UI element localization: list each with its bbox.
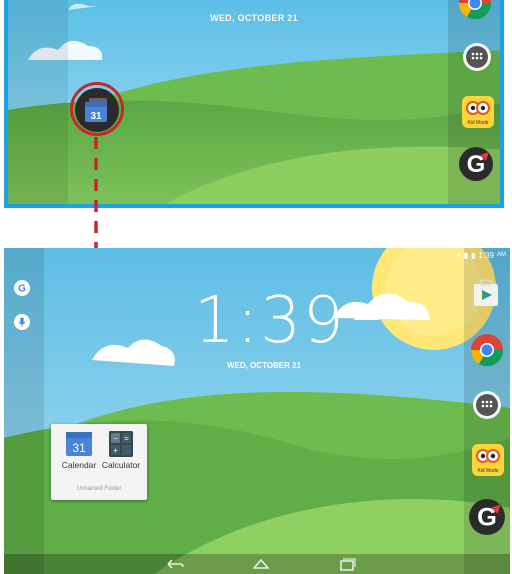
navigation-bar: [4, 554, 510, 574]
zoomed-home-screen: WED, OCTOBER 21 Kid Mode G 31: [4, 0, 504, 208]
tablet-home-screen: ▾ ▮ ▮ 1:39 AM 1:39 WED, OCTOBER 21 G 31 C…: [4, 248, 510, 574]
folder-app-calculator[interactable]: − = + Calculator: [99, 430, 143, 470]
chrome-icon[interactable]: [470, 333, 504, 367]
clock-widget-time[interactable]: 1:39: [194, 284, 344, 358]
battery-icon: ▮: [471, 250, 476, 260]
kid-mode-icon[interactable]: Kid Mode: [472, 444, 504, 476]
signal-icon: ▮: [463, 250, 469, 260]
kid-mode-label: Kid Mode: [467, 120, 489, 126]
recents-icon[interactable]: [336, 557, 358, 571]
mic-icon[interactable]: [14, 314, 30, 330]
app-drawer-icon[interactable]: [462, 42, 492, 72]
svg-text:=: =: [124, 434, 129, 443]
svg-text:−: −: [113, 434, 118, 443]
highlight-circle: [70, 82, 124, 136]
back-icon[interactable]: [164, 557, 186, 571]
kid-mode-icon[interactable]: Kid Mode: [462, 96, 494, 128]
svg-text:G: G: [18, 284, 26, 295]
calculator-icon: − = +: [109, 431, 133, 457]
app-drawer-icon[interactable]: [472, 390, 502, 420]
home-icon[interactable]: [250, 557, 272, 571]
status-ampm: AM: [497, 252, 506, 258]
folder-app-calendar[interactable]: 31 Calendar: [57, 430, 101, 470]
wifi-icon: ▾: [456, 250, 461, 260]
folder-app-label: Calculator: [101, 460, 141, 470]
clock-widget-date: WED, OCTOBER 21: [226, 361, 302, 370]
folder-name[interactable]: Unnamed Folder: [51, 486, 147, 492]
calendar-day: 31: [72, 441, 86, 455]
folder-app-label: Calendar: [61, 460, 97, 470]
kid-mode-label: Kid Mode: [477, 468, 499, 474]
google-icon[interactable]: G: [14, 280, 30, 296]
folder-popup: 31 Calendar − = + Calculator Unnamed Fol…: [51, 424, 147, 500]
date-label: WED, OCTOBER 21: [210, 13, 298, 23]
google-play-games-icon[interactable]: G: [458, 146, 494, 182]
status-bar: ▾ ▮ ▮ 1:39 AM: [457, 249, 510, 261]
google-play-games-icon[interactable]: G: [468, 498, 506, 536]
svg-text:+: +: [113, 446, 118, 455]
play-store-icon[interactable]: [470, 278, 502, 310]
status-time: 1:39: [478, 250, 494, 260]
calendar-icon: 31: [66, 432, 92, 456]
